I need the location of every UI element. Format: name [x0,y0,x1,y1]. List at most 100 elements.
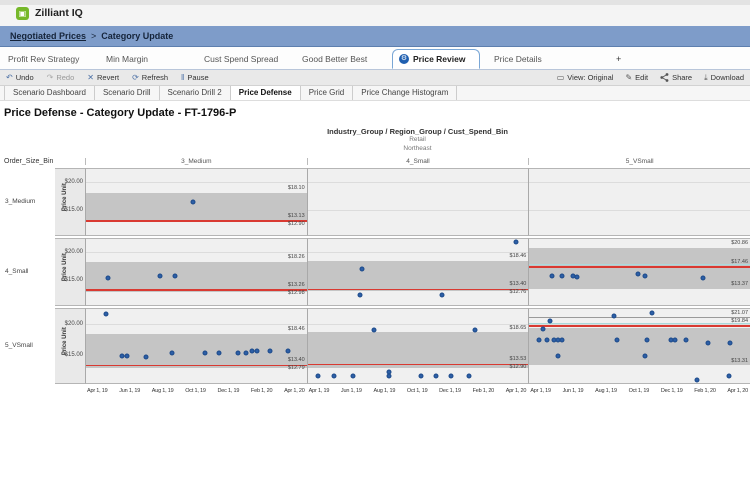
data-point[interactable] [172,273,178,279]
data-point[interactable] [513,239,519,245]
data-point[interactable] [350,373,356,379]
data-point[interactable] [418,373,424,379]
data-point[interactable] [448,373,454,379]
data-point[interactable] [315,373,321,379]
x-tick-label: Aug 1, 19 [595,387,617,394]
panel-4_small-4_small[interactable]: $13.40 $12.76 $18.46 [306,237,529,306]
panel-5_vsmall-5_vsmall[interactable]: $21.07 $19.84 $13.31 [528,307,750,384]
data-point[interactable] [642,273,648,279]
toolbar-label: Pause [187,73,209,82]
data-point[interactable] [371,327,377,333]
data-point[interactable] [439,292,445,298]
subtab-price-grid[interactable]: Price Grid [301,86,354,100]
price-band [86,261,307,292]
data-point[interactable] [267,348,273,354]
data-point[interactable] [143,354,149,360]
data-point[interactable] [202,350,208,356]
data-point[interactable] [559,273,565,279]
data-point[interactable] [614,337,620,343]
data-point[interactable] [555,353,561,359]
subtab-scenario-dashboard[interactable]: Scenario Dashboard [4,86,95,100]
data-point[interactable] [726,373,732,379]
view-original-button[interactable]: ▭ View: Original [557,73,614,82]
data-point[interactable] [611,313,617,319]
data-point[interactable] [235,350,241,356]
data-point[interactable] [472,327,478,333]
undo-button[interactable]: ↶ Undo [6,73,34,82]
data-point[interactable] [672,337,678,343]
data-point[interactable] [540,326,546,332]
subtab-scenario-drill[interactable]: Scenario Drill [95,86,160,100]
panel-5_vsmall-4_small[interactable]: $13.53 $12.90 $18.65 [306,307,529,384]
data-point[interactable] [386,369,392,375]
data-point[interactable] [705,340,711,346]
data-point[interactable] [169,350,175,356]
panel-3_medium-4_small[interactable] [306,167,529,236]
x-axis-col-4_small: Apr 1, 19 Jun 1, 19 Aug 1, 19 Oct 1, 19 Dec … [307,386,529,397]
breadcrumb-link-negotiated-prices[interactable]: Negotiated Prices [10,31,86,41]
data-point[interactable] [190,199,196,205]
gridline [307,252,529,254]
data-point[interactable] [243,350,249,356]
tab-good-better-best[interactable]: Good Better Best [294,49,392,69]
revert-button[interactable]: ✕ Revert [87,73,119,82]
subtab-price-change-histogram[interactable]: Price Change Histogram [353,86,458,100]
data-point[interactable] [574,274,580,280]
download-button[interactable]: ⤓ Download [704,73,744,83]
data-point[interactable] [559,337,565,343]
data-point[interactable] [642,353,648,359]
data-point[interactable] [105,275,111,281]
refresh-button[interactable]: ⟳ Refresh [132,73,168,82]
pause-button[interactable]: ‖ Pause [181,73,209,82]
x-tick-label: Jun 1, 19 [562,387,584,394]
panel-3_medium-5_vsmall[interactable] [528,167,750,236]
x-axis: Apr 1, 19 Jun 1, 19 Aug 1, 19 Oct 1, 19 Dec … [0,386,750,397]
data-point[interactable] [216,350,222,356]
data-point[interactable] [536,337,542,343]
floor-price-label: $13.53 [509,356,527,363]
tab-profit-rev-strategy[interactable]: Profit Rev Strategy [0,49,98,69]
data-point[interactable] [549,273,555,279]
x-tick-label: Aug 1, 19 [151,387,174,394]
edit-button[interactable]: ✎ Edit [625,73,648,82]
tab-min-margin[interactable]: Min Margin [98,49,196,69]
data-point[interactable] [359,266,365,272]
x-tick-label: Apr 1, 20 [505,387,527,394]
redo-button[interactable]: ↷ Redo [47,73,75,82]
data-point[interactable] [635,271,641,277]
panel-4_small-5_vsmall[interactable]: $17.46 $20.86 $13.37 [528,237,750,306]
data-point[interactable] [254,348,260,354]
data-point[interactable] [124,353,130,359]
panel-5_vsmall-3_medium[interactable]: $13.40 $12.79 $18.46 [85,307,307,384]
panel-4_small-3_medium[interactable]: $13.26 $12.98 $18.26 [85,237,307,306]
chart-toolbar: ↶ Undo ↷ Redo ✕ Revert ⟳ Refresh ‖ Pause ▭ View: O… [0,70,750,86]
x-tick-label: Feb 1, 20 [472,387,495,394]
data-point[interactable] [700,275,706,281]
add-tab-button[interactable]: + [612,49,625,69]
data-point[interactable] [157,273,163,279]
data-point[interactable] [466,373,472,379]
data-point[interactable] [683,337,689,343]
data-point[interactable] [433,373,439,379]
subtab-price-defense[interactable]: Price Defense [230,86,301,100]
data-point[interactable] [103,311,109,317]
data-point[interactable] [285,348,291,354]
data-point[interactable] [644,337,650,343]
tab-price-review-active[interactable]: ⚙ Price Review [392,49,480,69]
panel-3_medium-3_medium[interactable]: $13.13 $12.90 $18.10 [85,167,307,236]
data-point[interactable] [727,340,733,346]
floor-sub-label: $12.98 [287,289,305,296]
floor-sub-label: $12.79 [287,365,305,372]
tab-price-details[interactable]: Price Details [486,49,584,69]
gridline [86,324,307,326]
tab-cust-spend-spread[interactable]: Cust Spend Spread [196,49,294,69]
x-axis-col-5_vsmall: Apr 1, 19 Jun 1, 19 Aug 1, 19 Oct 1, 19 Dec … [528,386,750,397]
data-point[interactable] [544,337,550,343]
data-point[interactable] [357,292,363,298]
subtab-scenario-drill-2[interactable]: Scenario Drill 2 [160,86,231,100]
share-button[interactable]: Share [660,73,692,82]
data-point[interactable] [649,310,655,316]
data-point[interactable] [694,377,700,383]
data-point[interactable] [547,318,553,324]
data-point[interactable] [331,373,337,379]
